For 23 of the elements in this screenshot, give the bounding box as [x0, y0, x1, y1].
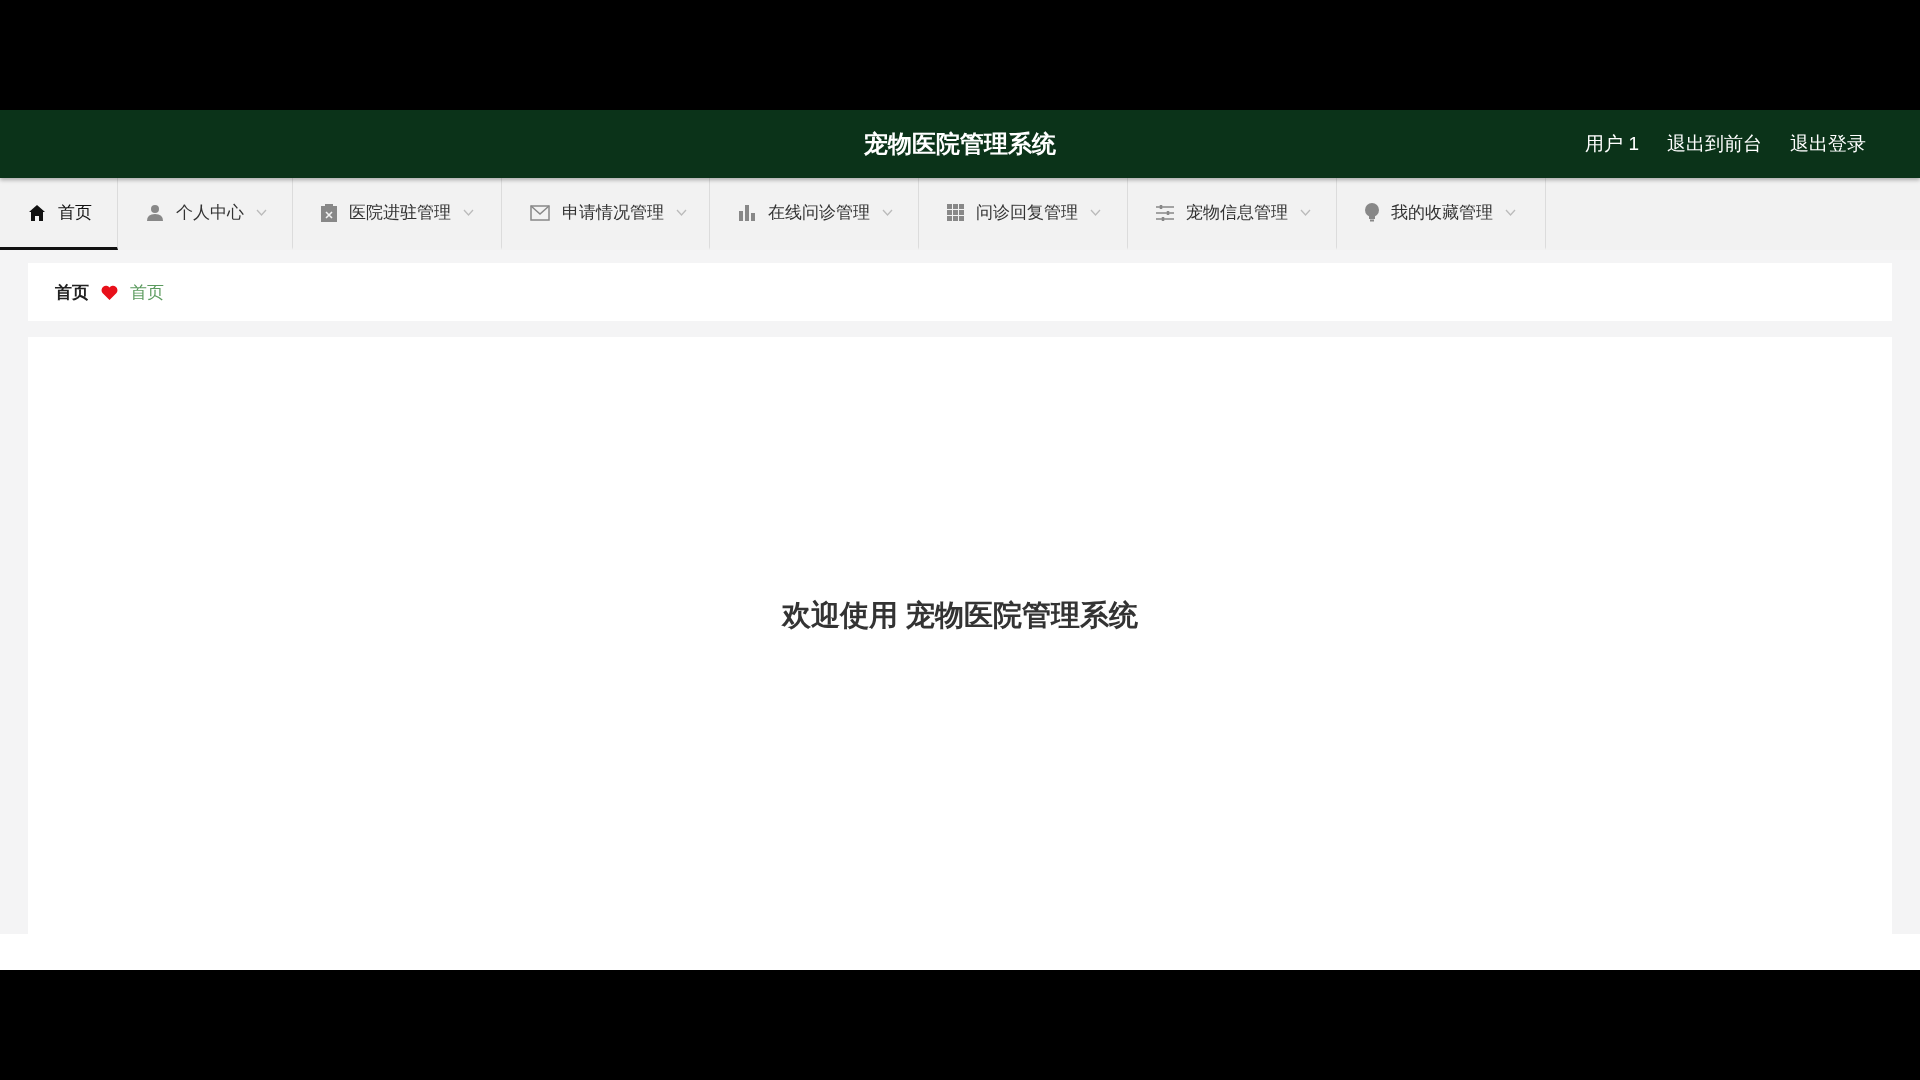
app-title: 宠物医院管理系统 — [864, 129, 1056, 159]
user-link[interactable]: 用户 1 — [1585, 131, 1639, 157]
chevron-down-icon — [463, 209, 474, 216]
envelope-icon — [530, 204, 550, 221]
chevron-down-icon — [1300, 209, 1311, 216]
chevron-down-icon — [1505, 209, 1516, 216]
sliders-icon — [1156, 204, 1174, 221]
chevron-down-icon — [882, 209, 893, 216]
breadcrumb-link[interactable]: 首页 — [55, 280, 89, 304]
clipboard-icon — [321, 203, 337, 222]
chevron-down-icon — [1090, 209, 1101, 216]
chevron-down-icon — [256, 209, 267, 216]
welcome-heading: 欢迎使用 宠物医院管理系统 — [781, 597, 1139, 633]
bar-chart-icon — [738, 204, 756, 221]
heart-icon — [101, 284, 118, 300]
user-icon — [146, 203, 164, 222]
chevron-down-icon — [676, 209, 687, 216]
lightbulb-icon — [1365, 203, 1379, 222]
header-link[interactable]: 退出登录 — [1790, 131, 1866, 157]
grid-icon — [947, 204, 964, 221]
home-icon — [28, 203, 46, 222]
breadcrumb-current: 首页 — [130, 281, 164, 304]
header-link[interactable]: 退出到前台 — [1667, 131, 1762, 157]
